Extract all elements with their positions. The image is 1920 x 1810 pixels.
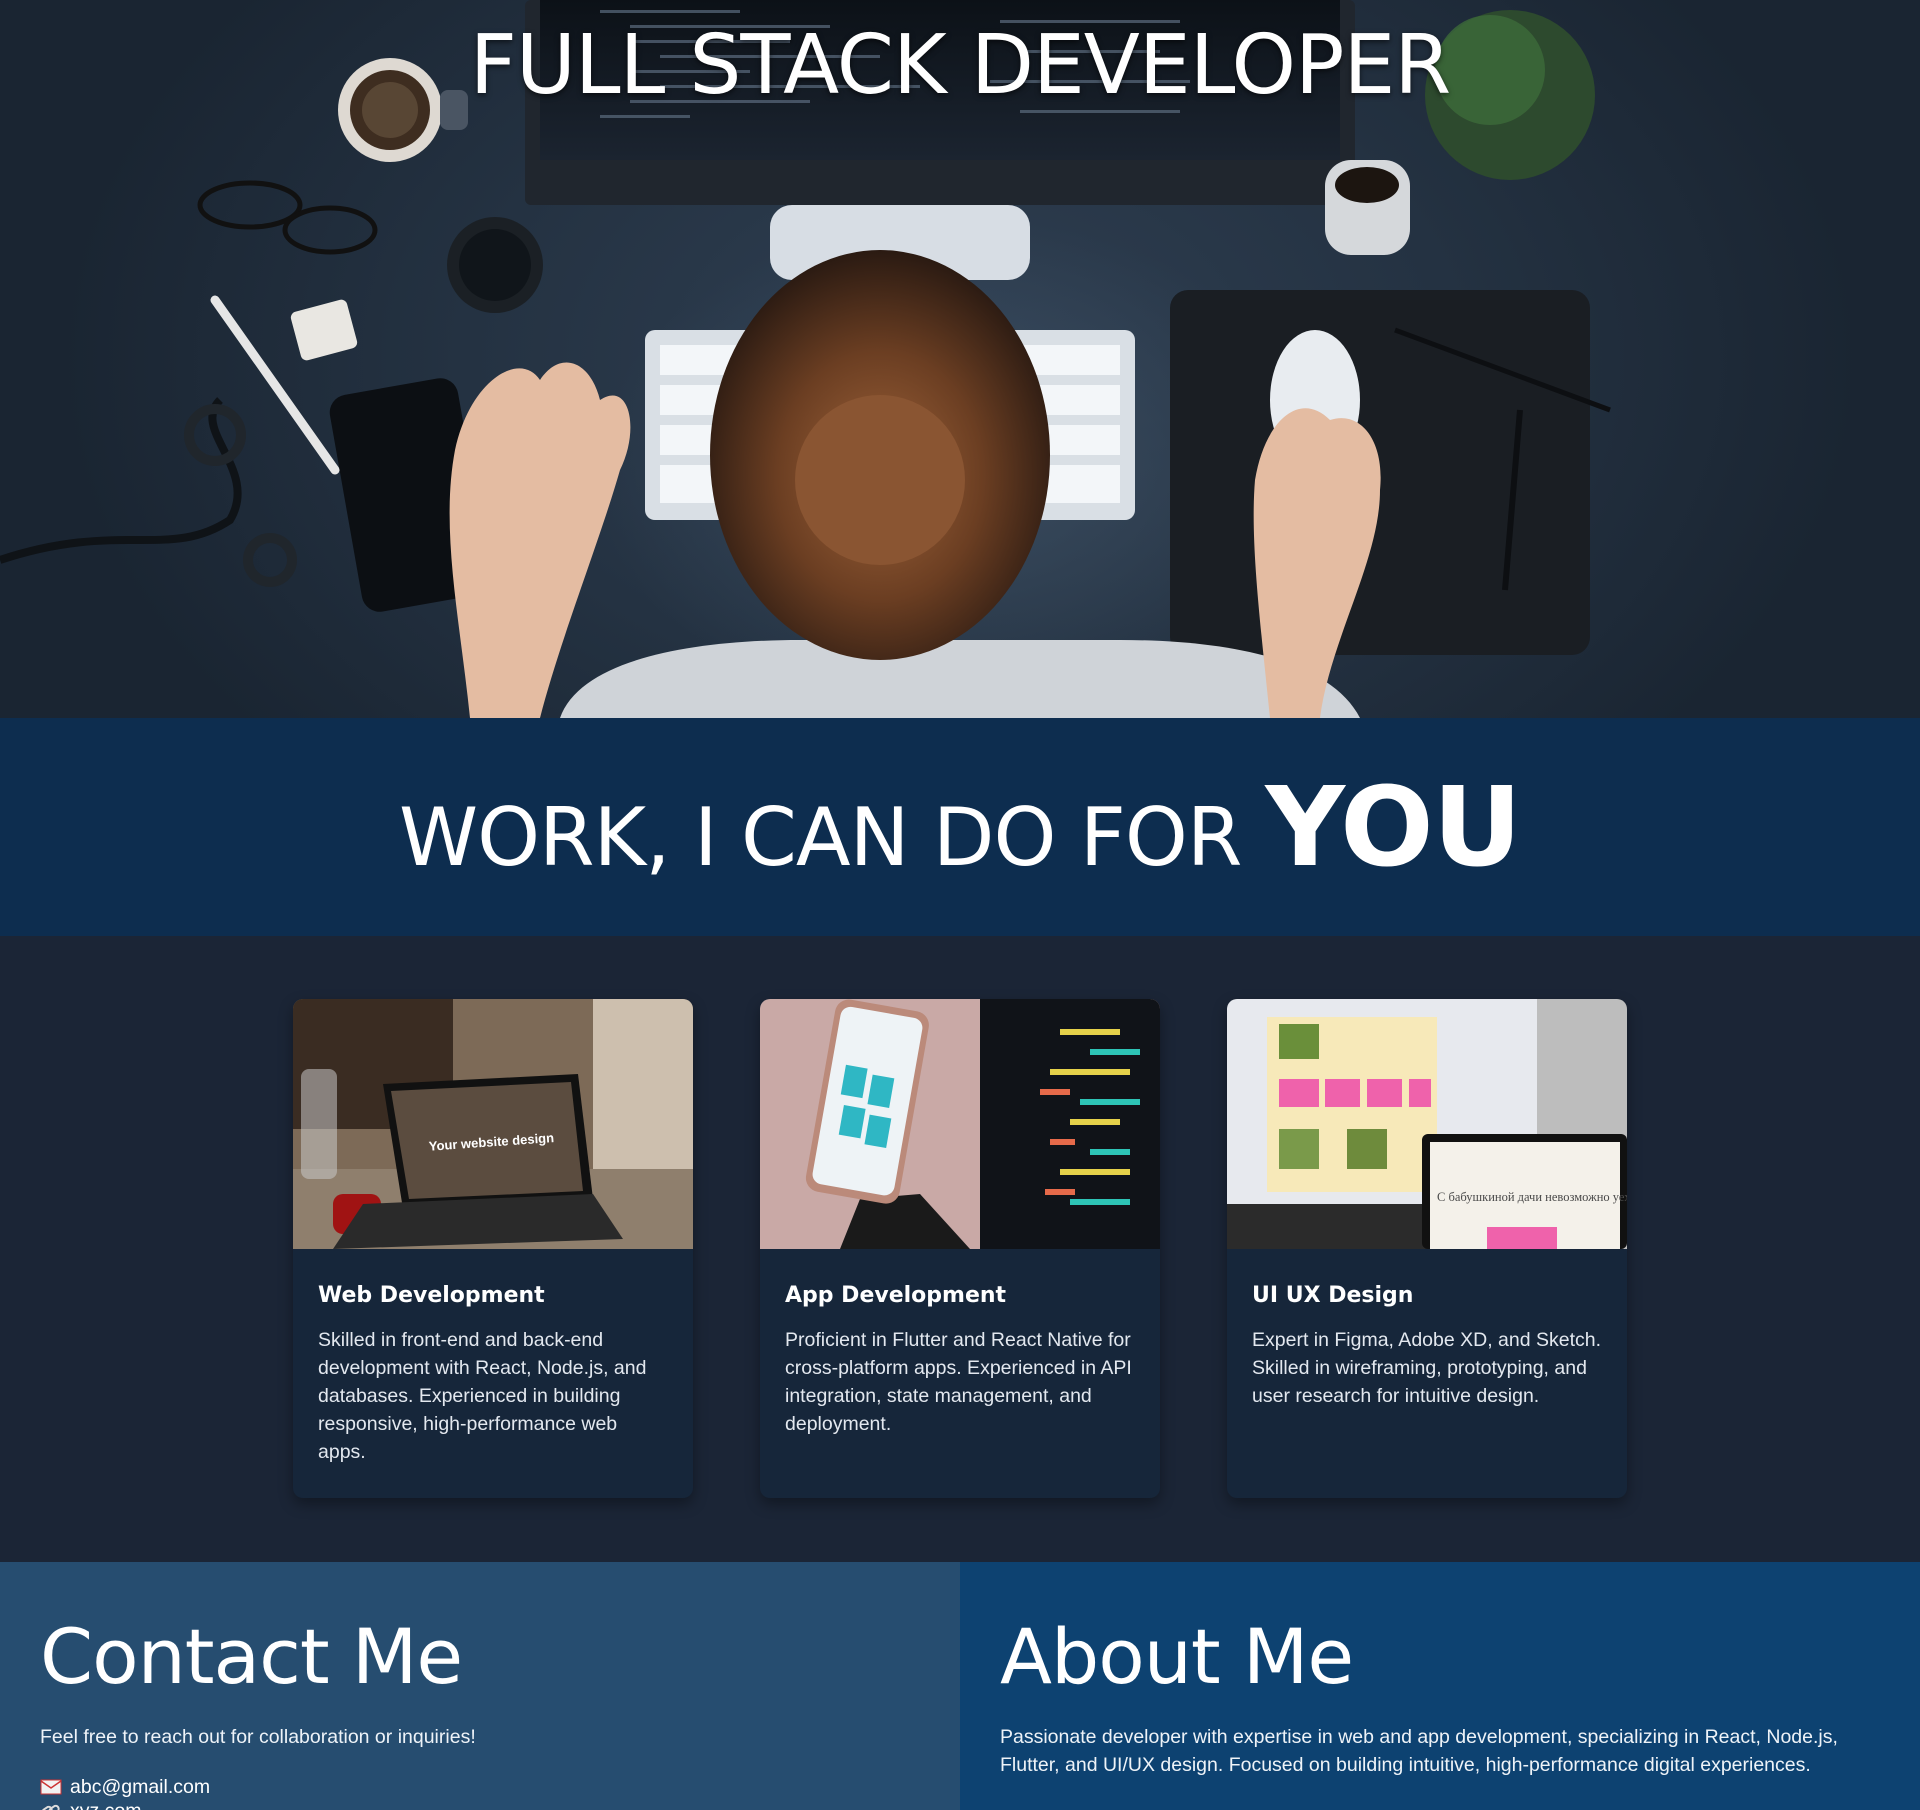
mail-icon — [40, 1779, 62, 1795]
service-title: UI UX Design — [1252, 1283, 1414, 1308]
service-card-ui-ux-design[interactable]: С бабушкиной дачи невозможно уехать с пу… — [1227, 999, 1627, 1498]
service-card-app-development[interactable]: App Development Proficient in Flutter an… — [760, 999, 1160, 1498]
service-description: Skilled in front-end and back-end develo… — [318, 1329, 647, 1463]
service-card-web-development[interactable]: Your website design Web Development Skil… — [293, 999, 693, 1498]
contact-list: abc@gmail.com xyz.com — [40, 1775, 920, 1810]
service-description: Proficient in Flutter and React Native f… — [785, 1329, 1132, 1435]
ui-ux-design-image: С бабушкиной дачи невозможно уехать с пу… — [1227, 999, 1627, 1249]
contact-text: Feel free to reach out for collaboration… — [40, 1726, 476, 1748]
services-section: Your website design Web Development Skil… — [0, 936, 1920, 1562]
work-heading-emphasis: YOU — [1265, 763, 1522, 891]
contact-website[interactable]: xyz.com — [40, 1799, 920, 1810]
about-heading: About Me — [1000, 1612, 1354, 1701]
app-development-image — [760, 999, 1160, 1249]
contact-section: Contact Me Feel free to reach out for co… — [0, 1562, 960, 1810]
email-address[interactable]: abc@gmail.com — [70, 1775, 210, 1799]
service-description: Expert in Figma, Adobe XD, and Sketch. S… — [1252, 1329, 1602, 1407]
web-development-image: Your website design — [293, 999, 693, 1249]
service-title: App Development — [785, 1283, 1007, 1308]
link-icon — [41, 1804, 60, 1810]
contact-heading: Contact Me — [40, 1612, 463, 1701]
about-section: About Me Passionate developer with exper… — [960, 1562, 1920, 1810]
contact-email[interactable]: abc@gmail.com — [40, 1775, 920, 1799]
about-text: Passionate developer with expertise in w… — [1000, 1726, 1838, 1776]
work-heading: WORK, I CAN DO FOR YOU — [398, 763, 1522, 891]
service-title: Web Development — [318, 1283, 545, 1308]
hero-title: FULL STACK DEVELOPER — [469, 18, 1452, 113]
work-banner: WORK, I CAN DO FOR YOU — [0, 718, 1920, 936]
hero-section: FULL STACK DEVELOPER — [0, 0, 1920, 718]
contact-about-section: Contact Me Feel free to reach out for co… — [0, 1562, 1920, 1810]
ui-image-caption: С бабушкиной дачи невозможно уехать с пу… — [1437, 1190, 1627, 1204]
website-link[interactable]: xyz.com — [70, 1799, 142, 1810]
work-heading-main: WORK, I CAN DO FOR — [398, 791, 1242, 884]
